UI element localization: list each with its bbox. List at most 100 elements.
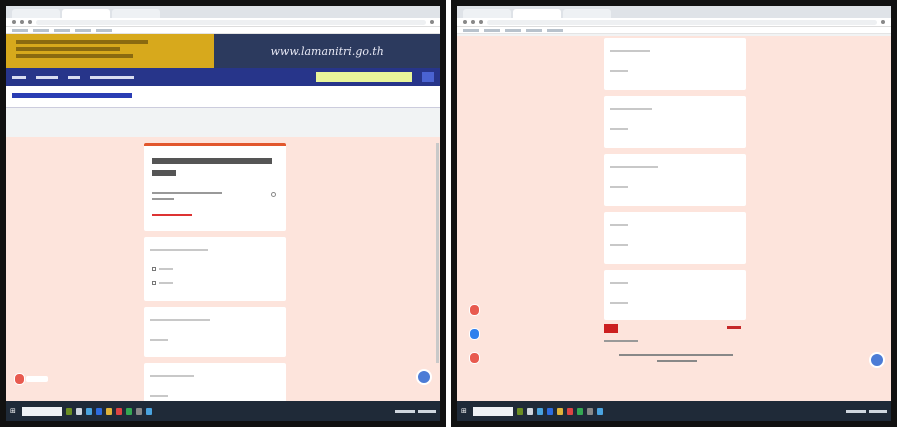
- taskbar-icon[interactable]: [597, 407, 603, 415]
- nav-item[interactable]: [12, 75, 26, 79]
- right-screenshot: ⊞: [451, 0, 897, 427]
- reload-icon[interactable]: [479, 20, 483, 24]
- nav-item[interactable]: [90, 75, 134, 79]
- windows-icon[interactable]: ⊞: [461, 407, 469, 415]
- forward-icon[interactable]: [471, 20, 475, 24]
- browser-tab[interactable]: [563, 9, 611, 18]
- chat-icon[interactable]: [869, 352, 885, 368]
- windows-icon[interactable]: ⊞: [10, 407, 18, 415]
- taskbar-icon[interactable]: [86, 407, 92, 415]
- question-card: [604, 212, 746, 264]
- browser-tab-active[interactable]: [62, 9, 110, 18]
- taskbar-search[interactable]: [22, 406, 62, 416]
- taskbar-icon[interactable]: [106, 407, 112, 415]
- forward-icon[interactable]: [20, 20, 24, 24]
- taskbar-icon[interactable]: [136, 407, 142, 415]
- bookmark-item[interactable]: [54, 28, 70, 32]
- nav-item[interactable]: [68, 75, 80, 79]
- tab-strip: [6, 6, 440, 18]
- url-field[interactable]: [487, 19, 877, 25]
- taskbar-icon[interactable]: [126, 407, 132, 415]
- submit-button[interactable]: [604, 324, 618, 333]
- taskbar-icon[interactable]: [577, 407, 583, 415]
- bookmark-item[interactable]: [96, 28, 112, 32]
- form-title-line: [152, 170, 176, 176]
- taskbar-icon[interactable]: [547, 407, 553, 415]
- chat-icon[interactable]: [416, 369, 432, 385]
- bookmark-item[interactable]: [505, 28, 521, 32]
- answer-field[interactable]: [610, 302, 628, 304]
- question-text: [150, 319, 210, 321]
- taskbar-icon[interactable]: [537, 407, 543, 415]
- answer-field[interactable]: [610, 244, 628, 246]
- tab-strip: [457, 6, 891, 18]
- browser-tab[interactable]: [112, 9, 160, 18]
- tray-weather[interactable]: [395, 409, 415, 413]
- browser-tab-active[interactable]: [513, 9, 561, 18]
- side-circle-button[interactable]: [14, 373, 25, 385]
- nav-item[interactable]: [36, 75, 58, 79]
- bookmark-item[interactable]: [75, 28, 91, 32]
- answer-field[interactable]: [150, 339, 168, 341]
- tray-weather[interactable]: [846, 409, 866, 413]
- answer-field[interactable]: [150, 395, 168, 397]
- answer-field[interactable]: [610, 186, 628, 188]
- site-search-input[interactable]: [316, 72, 412, 82]
- answer-field[interactable]: [610, 128, 628, 130]
- taskbar: ⊞: [6, 401, 440, 421]
- question-text: [610, 282, 628, 284]
- side-circle-button[interactable]: [469, 352, 480, 364]
- form-area: [6, 137, 440, 413]
- back-icon[interactable]: [12, 20, 16, 24]
- bookmark-item[interactable]: [547, 28, 563, 32]
- checkbox[interactable]: [152, 281, 156, 285]
- bookmark-item[interactable]: [12, 28, 28, 32]
- address-bar[interactable]: [6, 18, 440, 27]
- bookmark-item[interactable]: [526, 28, 542, 32]
- taskbar-icon[interactable]: [567, 407, 573, 415]
- question-text: [610, 50, 650, 52]
- question-text: [150, 249, 208, 251]
- menu-icon[interactable]: [430, 20, 434, 24]
- form-account-line: [152, 198, 174, 200]
- taskbar-icon[interactable]: [527, 407, 533, 415]
- taskbar-icon[interactable]: [96, 407, 102, 415]
- option-label: [159, 268, 173, 270]
- banner-text-line: [16, 40, 148, 44]
- browser-tab[interactable]: [12, 9, 60, 18]
- clear-form-link[interactable]: [727, 326, 741, 329]
- taskbar-icon[interactable]: [116, 407, 122, 415]
- option-label: [159, 282, 173, 284]
- taskbar-icon[interactable]: [557, 407, 563, 415]
- tray-clock[interactable]: [418, 409, 436, 413]
- taskbar-search[interactable]: [473, 406, 513, 416]
- side-circle-button[interactable]: [469, 304, 480, 316]
- back-icon[interactable]: [463, 20, 467, 24]
- bookmark-item[interactable]: [33, 28, 49, 32]
- left-screenshot: www.lamanitri.go.th ⊞: [0, 0, 446, 427]
- url-field[interactable]: [36, 19, 426, 25]
- address-bar[interactable]: [457, 18, 891, 27]
- banner-text-line: [16, 47, 120, 51]
- reload-icon[interactable]: [28, 20, 32, 24]
- checkbox[interactable]: [152, 267, 156, 271]
- answer-field[interactable]: [610, 70, 628, 72]
- scrollbar[interactable]: [436, 143, 439, 363]
- taskbar-icon[interactable]: [517, 407, 523, 415]
- taskbar-icon[interactable]: [587, 407, 593, 415]
- taskbar-icon[interactable]: [76, 407, 82, 415]
- browser-tab[interactable]: [463, 9, 511, 18]
- form-account-line: [152, 192, 222, 194]
- side-circle-button[interactable]: [469, 328, 480, 340]
- site-navbar: [6, 68, 440, 86]
- taskbar-icon[interactable]: [66, 407, 72, 415]
- tray-clock[interactable]: [869, 409, 887, 413]
- bookmarks-bar: [6, 27, 440, 34]
- bookmark-item[interactable]: [463, 28, 479, 32]
- question-text: [610, 224, 628, 226]
- taskbar-icon[interactable]: [146, 407, 152, 415]
- bookmark-item[interactable]: [484, 28, 500, 32]
- form-header-card: [144, 143, 286, 231]
- search-button[interactable]: [422, 72, 434, 82]
- menu-icon[interactable]: [881, 20, 885, 24]
